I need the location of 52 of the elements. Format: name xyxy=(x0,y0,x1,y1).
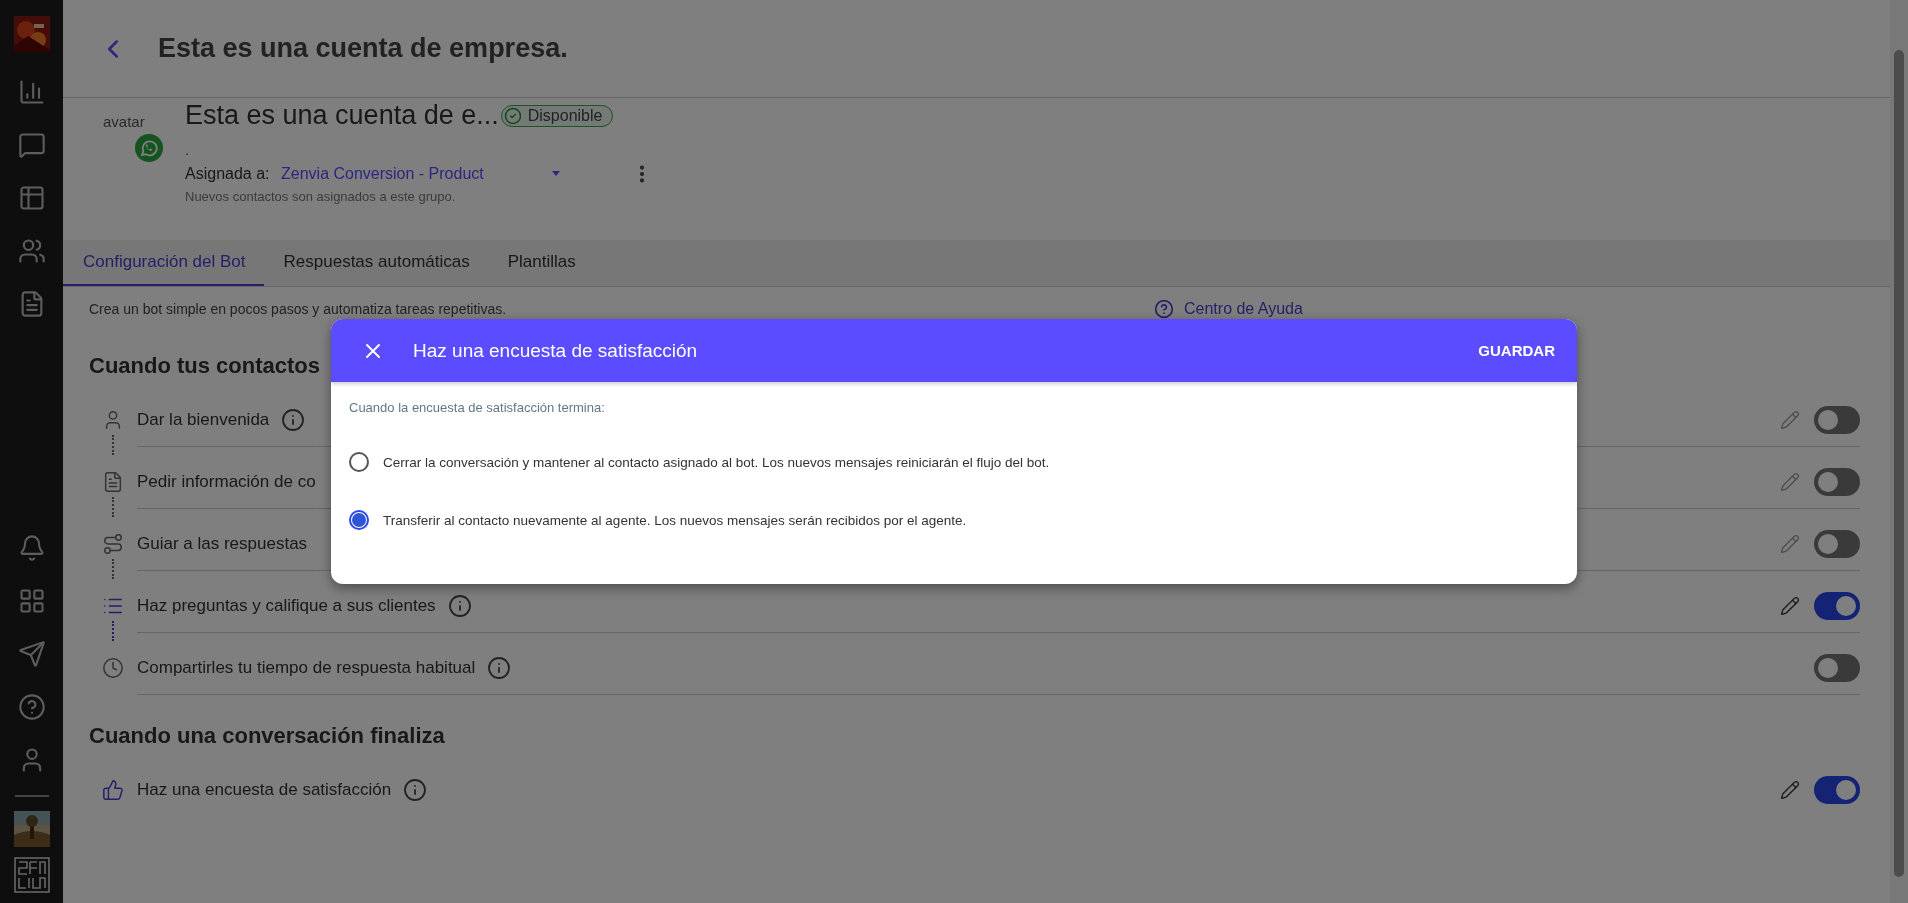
feature-label: Guiar a las respuestas xyxy=(137,533,308,554)
edit-icon[interactable] xyxy=(1780,779,1800,800)
toggle-switch[interactable] xyxy=(1814,405,1860,434)
info-icon[interactable] xyxy=(447,593,472,618)
tab[interactable]: Configuración del Bot xyxy=(63,240,264,286)
info-icon[interactable] xyxy=(487,655,512,680)
feature-label: Haz preguntas y califique a sus clientes xyxy=(137,595,436,616)
edit-icon[interactable] xyxy=(1780,471,1800,492)
assigned-hint: Nuevos contactos son asignados a este grupo. xyxy=(185,189,457,204)
feature-label: Dar la bienvenida xyxy=(137,409,270,430)
route-icon xyxy=(102,533,124,555)
section-title: Cuando tus contactos xyxy=(89,353,321,379)
dialog-title: Haz una encuesta de satisfacción xyxy=(413,339,699,362)
account-name: Esta es una cuenta de e... xyxy=(185,100,499,131)
toggle-switch[interactable] xyxy=(1814,591,1860,620)
logo-icon[interactable] xyxy=(13,857,50,893)
option-label[interactable]: Cerrar la conversación y mantener al contacto asignado al bot. Los nuevos mensajes reiniciarán el flujo del bot. xyxy=(383,454,1050,470)
edit-icon[interactable] xyxy=(1780,409,1800,430)
toggle-switch[interactable] xyxy=(1814,529,1860,558)
radio-button[interactable] xyxy=(349,510,369,530)
avatar-alt-text: avatar xyxy=(103,113,145,130)
tab[interactable]: Respuestas automáticas xyxy=(263,240,488,286)
scrollbar-thumb[interactable] xyxy=(1894,50,1904,877)
bot-description: Crea un bot simple en pocos pasos y automatiza tareas repetitivas. xyxy=(89,301,508,317)
assigned-label: Asignada a: xyxy=(185,165,271,183)
toggle-switch[interactable] xyxy=(1814,653,1860,682)
feature-label: Pedir información de co xyxy=(137,471,316,492)
dialog-prompt: Cuando la encuesta de satisfacción termina: xyxy=(349,400,606,415)
status-badge: Disponible xyxy=(500,104,614,127)
toggle-switch[interactable] xyxy=(1814,467,1860,496)
radio-button[interactable] xyxy=(349,452,369,472)
save-button[interactable]: GUARDAR xyxy=(1478,342,1555,359)
option-label[interactable]: Transferir al contacto nuevamente al agente. Los nuevos mensajes serán recibidos por el agente. xyxy=(383,512,967,528)
info-icon[interactable] xyxy=(281,407,306,432)
tab[interactable]: Plantillas xyxy=(487,240,594,286)
toggle-switch[interactable] xyxy=(1814,775,1860,804)
help-center-link[interactable]: Centro de Ayuda xyxy=(1154,299,1303,319)
feature-label: Haz una encuesta de satisfacción xyxy=(137,779,392,800)
document-icon xyxy=(102,471,124,493)
thumbs-up-icon xyxy=(102,779,124,801)
feature-label: Compartirles tu tiempo de respuesta habitual xyxy=(137,657,476,678)
group-dropdown[interactable]: Zenvia Conversion - Product xyxy=(281,165,561,183)
section-title: Cuando una conversación finaliza xyxy=(89,723,446,749)
edit-icon[interactable] xyxy=(1780,595,1800,616)
account-subtitle: . xyxy=(185,143,190,157)
edit-icon[interactable] xyxy=(1780,533,1800,554)
caret-icon[interactable] xyxy=(551,170,561,178)
clock-icon xyxy=(102,657,124,679)
page-title: Esta es una cuenta de empresa. xyxy=(158,33,568,64)
chat-bubble-icon xyxy=(135,134,163,162)
help-icon[interactable] xyxy=(1154,299,1174,319)
info-icon[interactable] xyxy=(403,777,428,802)
